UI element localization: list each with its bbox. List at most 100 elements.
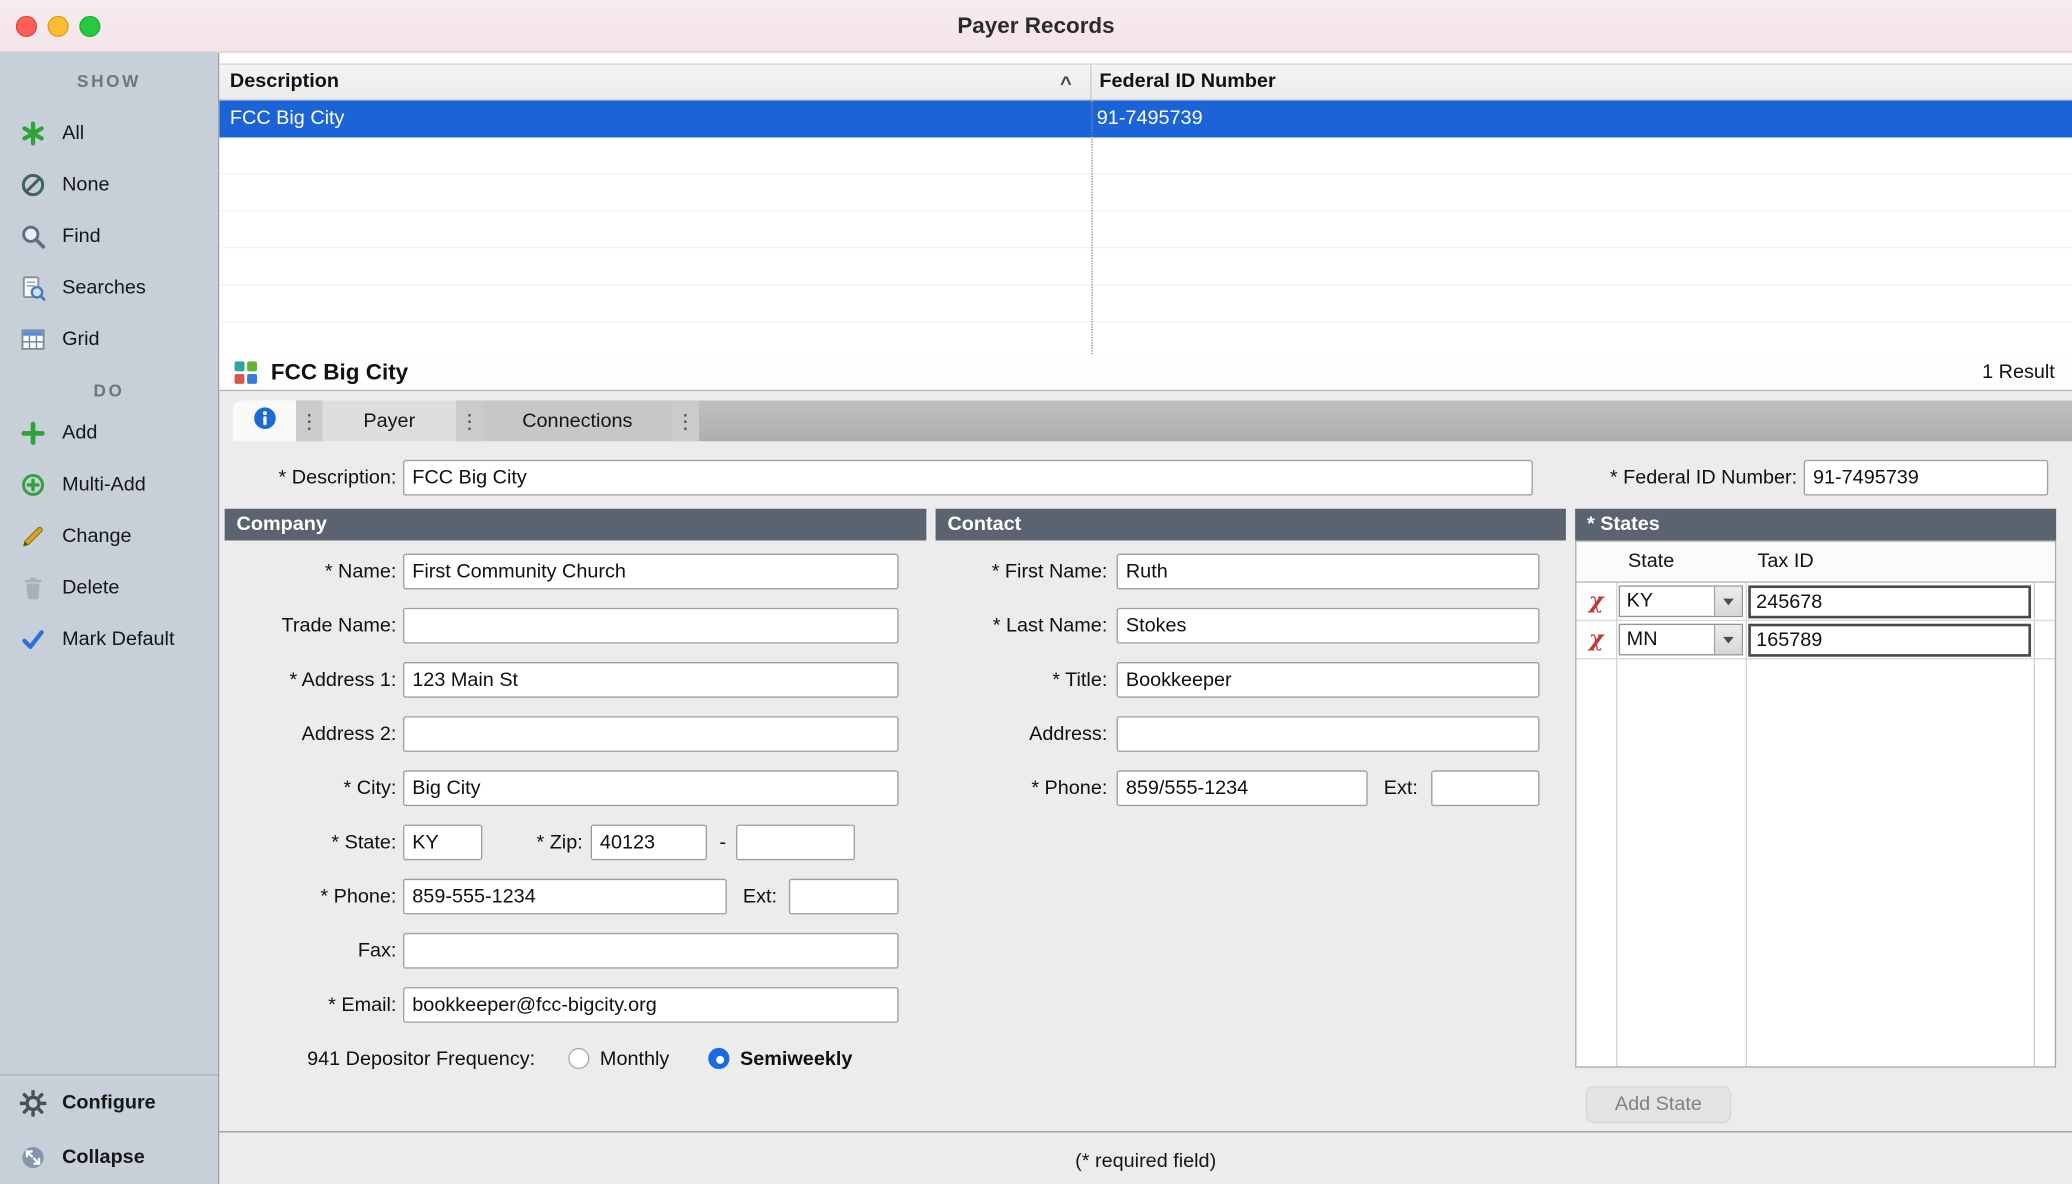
company-ext-input[interactable] [789,879,899,915]
sidebar-item-configure[interactable]: Configure [0,1076,218,1130]
depositor-frequency-label: 941 Depositor Frequency: [219,1041,535,1077]
sidebar-item-delete[interactable]: Delete [0,562,218,614]
spacer [219,53,2072,64]
sidebar-item-label: Configure [62,1092,156,1114]
zip-dash: - [712,825,733,861]
sidebar-item-change[interactable]: Change [0,510,218,562]
sidebar-item-collapse[interactable]: Collapse [0,1130,218,1184]
tax-id-input[interactable] [1748,585,2031,618]
info-button[interactable] [233,400,296,441]
sidebar-item-multi-add[interactable]: Multi-Add [0,459,218,511]
list-row-empty[interactable] [219,322,2072,354]
title-input[interactable] [1117,662,1540,698]
tab-bar: ⋮ Payer ⋮ Connections ⋮ [233,400,2072,441]
sidebar-item-label: Mark Default [62,628,174,650]
last-name-input[interactable] [1117,608,1540,644]
list-row-empty[interactable] [219,174,2072,211]
sidebar-item-none[interactable]: None [0,159,218,211]
trade-name-label: Trade Name: [219,608,396,644]
list-row-empty[interactable] [219,211,2072,248]
payer-records-window: Payer Records SHOW All None Find [0,0,2072,1184]
sidebar-item-searches[interactable]: Searches [0,262,218,314]
trade-name-input[interactable] [403,608,899,644]
tax-id-input[interactable] [1748,623,2031,656]
sidebar-item-label: Add [62,422,97,444]
semiweekly-radio[interactable] [708,1048,729,1069]
description-input[interactable] [403,460,1533,496]
state-select[interactable]: KY [1619,585,1743,617]
contact-address-label: Address: [880,716,1107,752]
company-name-label: * Name: [219,554,396,590]
tab-payer[interactable]: Payer [322,400,456,441]
state-label: * State: [219,825,396,861]
monthly-radio[interactable] [568,1048,589,1069]
contact-ext-label: Ext: [1356,770,1418,806]
semiweekly-radio-label: Semiweekly [740,1041,852,1077]
states-header-row: State Tax ID [1576,542,2054,583]
trash-icon [19,573,48,602]
tab-menu-handle[interactable]: ⋮ [296,400,322,441]
sidebar-item-label: Multi-Add [62,473,146,495]
city-label: * City: [219,770,396,806]
city-input[interactable] [403,770,899,806]
list-row-empty[interactable] [219,248,2072,285]
sidebar-item-find[interactable]: Find [0,210,218,262]
cell-federal-id: 91-7495739 [1097,100,1203,136]
federal-id-label: * Federal ID Number: [1559,460,1797,496]
address2-input[interactable] [403,716,899,752]
zip4-input[interactable] [736,825,855,861]
contact-phone-input[interactable] [1117,770,1368,806]
add-state-button[interactable]: Add State [1586,1086,1731,1123]
company-section-header: Company [225,509,927,541]
cell-description: FCC Big City [230,100,345,136]
list-row-selected[interactable]: FCC Big City 91-7495739 [219,100,2072,137]
list-row-empty[interactable] [219,285,2072,322]
sidebar-item-add[interactable]: Add [0,407,218,459]
tab-connections[interactable]: Connections [483,400,672,441]
grid-icon [19,324,48,353]
record-header: FCC Big City 1 Result [219,354,2072,391]
tab-menu-handle[interactable]: ⋮ [672,400,698,441]
state-select[interactable]: MN [1619,624,1743,656]
sidebar-item-label: Delete [62,576,119,598]
tab-label: Payer [363,410,415,432]
contact-ext-input[interactable] [1431,770,1539,806]
delete-state-icon[interactable]: χ [1589,588,1604,614]
email-input[interactable] [403,987,899,1023]
column-header-federal-id[interactable]: Federal ID Number [1092,65,2072,99]
address1-label: * Address 1: [219,662,396,698]
slash-circle-icon [19,170,48,199]
contact-address-input[interactable] [1117,716,1540,752]
first-name-input[interactable] [1117,554,1540,590]
window-title: Payer Records [0,0,2072,53]
sort-ascending-icon[interactable]: ^ [1060,67,1072,101]
fax-label: Fax: [219,933,396,969]
list-row-empty[interactable] [219,137,2072,174]
sidebar-item-mark-default[interactable]: Mark Default [0,613,218,665]
states-column-taxid[interactable]: Tax ID [1746,542,2034,582]
column-header-description[interactable]: Description ^ [219,65,1091,99]
delete-state-icon[interactable]: χ [1589,626,1604,652]
zip-label: * Zip: [457,825,583,861]
column-header-label: Federal ID Number [1099,70,1275,92]
federal-id-input[interactable] [1804,460,2048,496]
tab-menu-handle[interactable]: ⋮ [456,400,482,441]
tab-bar-filler [698,400,2072,441]
payer-list[interactable]: FCC Big City 91-7495739 [219,100,2072,354]
address1-input[interactable] [403,662,899,698]
states-column-state[interactable]: State [1616,542,1746,582]
company-name-input[interactable] [403,554,899,590]
zip-input[interactable] [591,825,707,861]
title-label: * Title: [880,662,1107,698]
fax-input[interactable] [403,933,899,969]
state-select-value: MN [1620,625,1714,654]
sidebar-item-grid[interactable]: Grid [0,313,218,365]
saved-search-icon [19,273,48,302]
sidebar-item-all[interactable]: All [0,107,218,159]
sidebar-item-label: Find [62,225,101,247]
states-section-header: * States [1575,509,2056,541]
company-phone-input[interactable] [403,879,727,915]
state-row: χ MN [1576,621,2054,659]
column-divider [1092,100,1093,354]
column-header-label: Description [230,70,339,92]
